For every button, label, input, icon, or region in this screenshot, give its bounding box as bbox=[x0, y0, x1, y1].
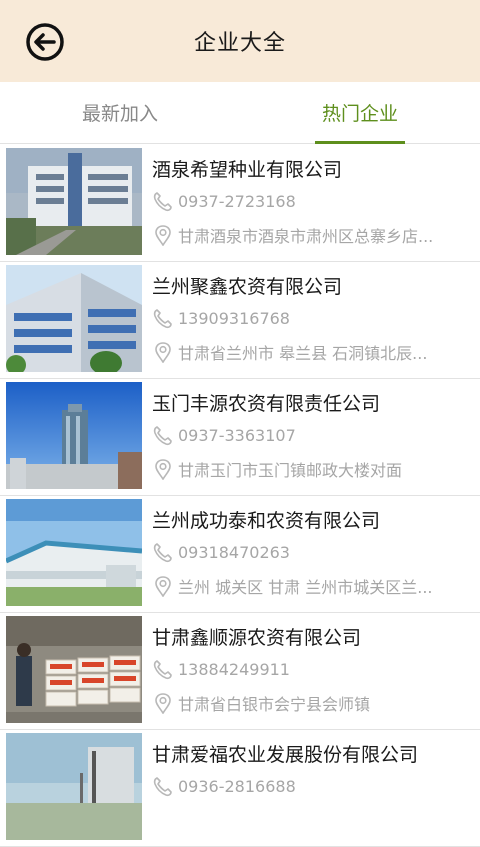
company-name: 甘肃爱福农业发展股份有限公司 bbox=[152, 744, 419, 766]
back-arrow-icon[interactable] bbox=[24, 21, 66, 63]
company-address: 甘肃酒泉市酒泉市肃州区总寨乡店... bbox=[178, 227, 434, 246]
company-name: 兰州成功泰和农资有限公司 bbox=[152, 510, 381, 532]
company-photo bbox=[6, 382, 142, 489]
list-item[interactable]: 甘肃鑫顺源农资有限公司 13884249911 甘肃省白银市会宁县会师镇 bbox=[0, 613, 480, 730]
company-address: 甘肃玉门市玉门镇邮政大楼对面 bbox=[178, 461, 403, 480]
list-item[interactable]: 甘肃爱福农业发展股份有限公司 0936-2816688 bbox=[0, 730, 480, 847]
list-item[interactable]: 兰州聚鑫农资有限公司 13909316768 甘肃省兰州市 皋兰县 石洞镇北辰.… bbox=[0, 262, 480, 379]
company-phone: 13909316768 bbox=[178, 308, 290, 328]
location-pin-icon bbox=[155, 693, 171, 714]
tab-popular[interactable]: 热门企业 bbox=[240, 82, 480, 144]
phone-icon bbox=[153, 660, 172, 680]
company-phone: 0937-3363107 bbox=[178, 425, 296, 445]
company-name: 酒泉希望种业有限公司 bbox=[152, 159, 343, 181]
company-address: 甘肃省兰州市 皋兰县 石洞镇北辰... bbox=[178, 344, 428, 363]
tab-bar: 最新加入 热门企业 bbox=[0, 82, 480, 144]
company-name: 玉门丰源农资有限责任公司 bbox=[152, 393, 381, 415]
location-pin-icon bbox=[155, 225, 171, 246]
page-title: 企业大全 bbox=[193, 31, 286, 56]
app-header: 企业大全 bbox=[0, 0, 480, 82]
company-name: 兰州聚鑫农资有限公司 bbox=[152, 276, 343, 298]
phone-icon bbox=[153, 426, 172, 446]
company-phone: 0936-2816688 bbox=[178, 776, 296, 796]
company-photo bbox=[6, 265, 142, 372]
phone-icon bbox=[153, 192, 172, 212]
list-item[interactable]: 玉门丰源农资有限责任公司 0937-3363107 甘肃玉门市玉门镇邮政大楼对面 bbox=[0, 379, 480, 496]
location-pin-icon bbox=[155, 576, 171, 597]
company-list: 酒泉希望种业有限公司 0937-2723168 甘肃酒泉市酒泉市肃州区总寨乡店.… bbox=[0, 145, 480, 847]
company-photo bbox=[6, 733, 142, 840]
company-photo bbox=[6, 616, 142, 723]
company-address: 兰州 城关区 甘肃 兰州市城关区兰... bbox=[178, 578, 433, 597]
list-item[interactable]: 酒泉希望种业有限公司 0937-2723168 甘肃酒泉市酒泉市肃州区总寨乡店.… bbox=[0, 145, 480, 262]
phone-icon bbox=[153, 777, 172, 797]
company-phone: 13884249911 bbox=[178, 659, 290, 679]
active-tab-indicator bbox=[315, 141, 405, 144]
tab-label: 热门企业 bbox=[321, 103, 398, 125]
list-item[interactable]: 兰州成功泰和农资有限公司 09318470263 兰州 城关区 甘肃 兰州市城关… bbox=[0, 496, 480, 613]
phone-icon bbox=[153, 543, 172, 563]
tab-label: 最新加入 bbox=[81, 103, 158, 125]
company-photo bbox=[6, 499, 142, 606]
location-pin-icon bbox=[155, 342, 171, 363]
location-pin-icon bbox=[155, 459, 171, 480]
company-phone: 09318470263 bbox=[178, 542, 290, 562]
company-photo bbox=[6, 148, 142, 255]
company-phone: 0937-2723168 bbox=[178, 191, 296, 211]
company-name: 甘肃鑫顺源农资有限公司 bbox=[152, 627, 362, 649]
company-address: 甘肃省白银市会宁县会师镇 bbox=[178, 695, 371, 714]
phone-icon bbox=[153, 309, 172, 329]
tab-newest[interactable]: 最新加入 bbox=[0, 82, 240, 143]
